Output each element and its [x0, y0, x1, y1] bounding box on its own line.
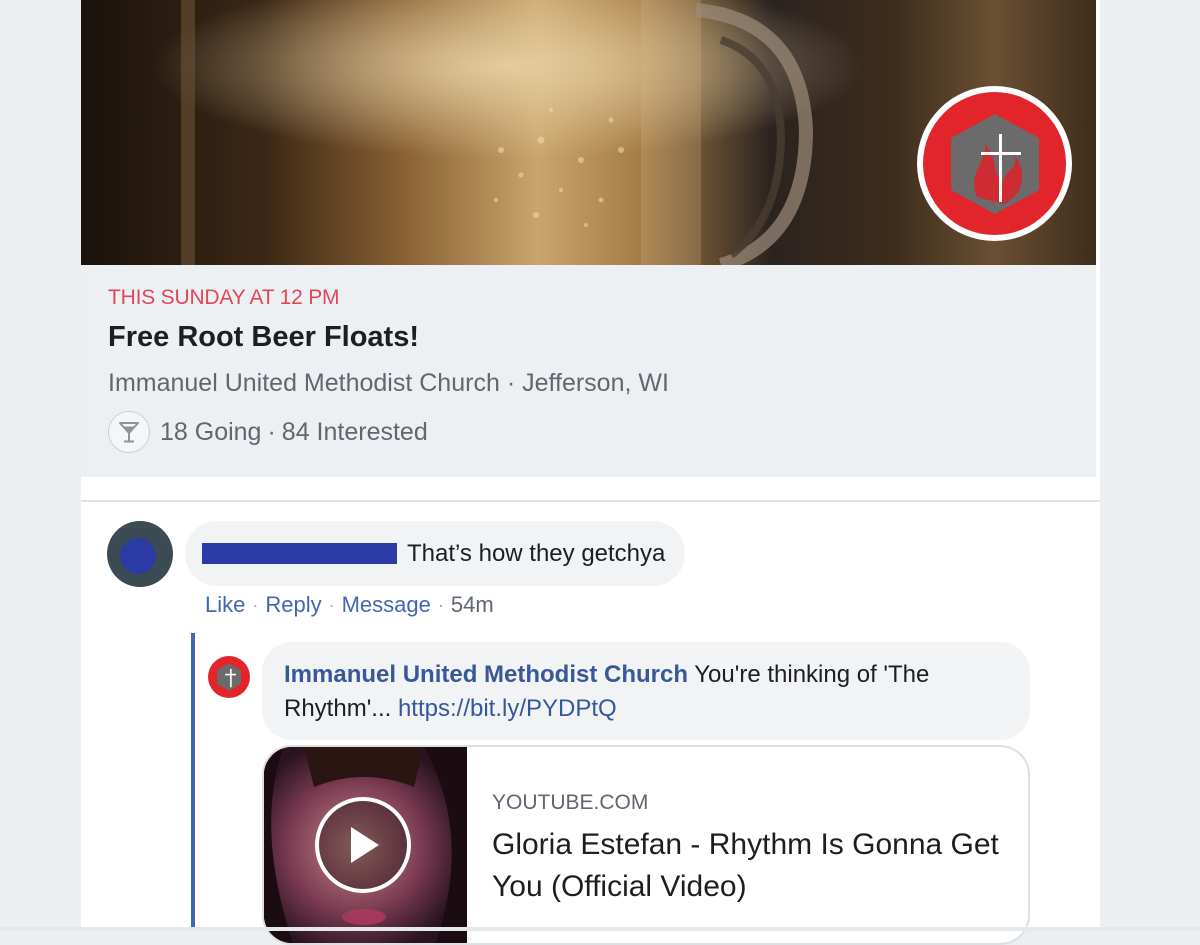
- event-cover-image[interactable]: [81, 0, 1096, 265]
- message-link[interactable]: Message: [342, 592, 431, 618]
- action-separator: ·: [437, 594, 444, 615]
- play-button[interactable]: [315, 797, 411, 893]
- link-preview-card[interactable]: YOUTUBE.COM Gloria Estefan - Rhythm Is G…: [262, 745, 1030, 945]
- church-avatar[interactable]: [208, 656, 250, 698]
- page-bottom-edge: [0, 927, 1200, 931]
- meta-separator: ·: [506, 369, 516, 397]
- event-host: Immanuel United Methodist Church: [108, 369, 500, 397]
- like-link[interactable]: Like: [205, 592, 245, 618]
- event-date: THIS SUNDAY AT 12 PM: [108, 286, 340, 309]
- play-icon: [351, 827, 379, 863]
- reply-bubble: Immanuel United Methodist Church You're …: [262, 642, 1030, 740]
- comment-timestamp[interactable]: 54m: [451, 592, 494, 618]
- link-domain: YOUTUBE.COM: [492, 791, 649, 814]
- reply-author[interactable]: Immanuel United Methodist Church: [284, 661, 688, 688]
- comment-text: That’s how they getchya: [407, 539, 666, 567]
- event-details[interactable]: THIS SUNDAY AT 12 PM Free Root Beer Floa…: [81, 265, 1096, 477]
- divider: [81, 500, 1100, 502]
- event-location: Jefferson, WI: [522, 369, 669, 397]
- event-title[interactable]: Free Root Beer Floats!: [108, 321, 419, 354]
- reply-link-url[interactable]: https://bit.ly/PYDPtQ: [398, 695, 617, 722]
- video-thumbnail[interactable]: [264, 747, 467, 943]
- methodist-cross-flame-icon: [950, 113, 1039, 214]
- commenter-avatar[interactable]: [107, 521, 173, 587]
- event-host-location: Immanuel United Methodist Church · Jeffe…: [108, 369, 669, 398]
- reply-link[interactable]: Reply: [265, 592, 321, 618]
- action-separator: ·: [328, 594, 335, 615]
- feed-card: THIS SUNDAY AT 12 PM Free Root Beer Floa…: [81, 0, 1100, 945]
- stats-separator: ·: [267, 417, 276, 446]
- comment-bubble: That’s how they getchya: [185, 521, 686, 586]
- reply-thread-line: [191, 633, 195, 931]
- church-logo-inner: [923, 92, 1066, 235]
- avatar-redaction: [120, 538, 156, 574]
- methodist-cross-flame-icon: [217, 663, 241, 691]
- comment-actions: Like · Reply · Message · 54m: [205, 592, 494, 618]
- link-title[interactable]: Gloria Estefan - Rhythm Is Gonna Get You…: [492, 824, 1012, 908]
- cocktail-glass-icon: [108, 411, 150, 453]
- redacted-name: [202, 543, 397, 564]
- church-logo-badge[interactable]: [917, 86, 1072, 241]
- interested-count[interactable]: 84 Interested: [282, 418, 428, 447]
- going-count[interactable]: 18 Going: [160, 418, 261, 447]
- event-stats: 18 Going · 84 Interested: [108, 410, 428, 454]
- action-separator: ·: [252, 594, 259, 615]
